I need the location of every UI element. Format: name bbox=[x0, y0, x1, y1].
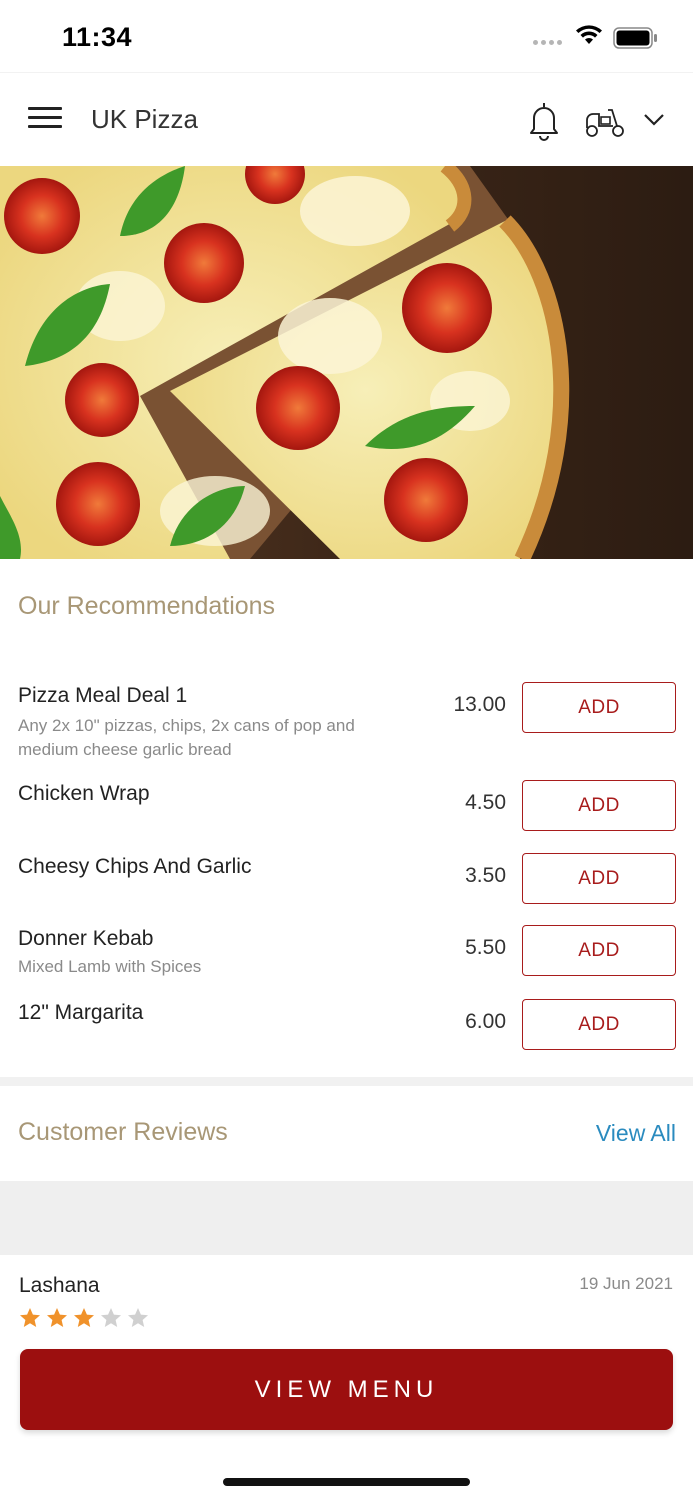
star-empty-icon bbox=[101, 1308, 121, 1327]
star-rating bbox=[18, 1306, 150, 1330]
menu-icon[interactable] bbox=[28, 107, 62, 133]
item-name: Cheesy Chips And Garlic bbox=[18, 855, 252, 878]
bell-icon[interactable] bbox=[526, 101, 562, 141]
cellular-signal-icon bbox=[533, 40, 562, 45]
item-name: Pizza Meal Deal 1 bbox=[18, 684, 188, 707]
add-button[interactable]: ADD bbox=[522, 925, 676, 976]
view-all-link[interactable]: View All bbox=[596, 1120, 676, 1147]
item-description: Any 2x 10" pizzas, chips, 2x cans of pop… bbox=[18, 716, 355, 759]
section-divider bbox=[0, 1077, 693, 1086]
status-bar: 11:34 bbox=[0, 0, 693, 72]
battery-icon bbox=[613, 27, 657, 49]
item-price: 4.50 bbox=[465, 791, 506, 814]
wifi-icon bbox=[576, 25, 602, 44]
status-time: 11:34 bbox=[62, 22, 133, 52]
add-button[interactable]: ADD bbox=[522, 999, 676, 1050]
item-price: 3.50 bbox=[465, 864, 506, 887]
item-name: Donner Kebab bbox=[18, 927, 154, 950]
reviewer-name: Lashana bbox=[19, 1274, 100, 1297]
item-price: 13.00 bbox=[453, 693, 506, 716]
home-indicator bbox=[223, 1478, 470, 1486]
star-empty-icon bbox=[128, 1308, 148, 1327]
item-description: Mixed Lamb with Spices bbox=[18, 957, 202, 976]
add-button[interactable]: ADD bbox=[522, 853, 676, 904]
star-filled-icon bbox=[47, 1308, 67, 1327]
restaurant-title: UK Pizza bbox=[91, 104, 198, 134]
reviews-spacer bbox=[0, 1181, 693, 1255]
view-menu-button[interactable]: VIEW MENU bbox=[20, 1349, 673, 1430]
item-price: 6.00 bbox=[465, 1010, 506, 1033]
add-button[interactable]: ADD bbox=[522, 682, 676, 733]
scooter-icon[interactable] bbox=[584, 106, 626, 138]
review-date: 19 Jun 2021 bbox=[579, 1274, 673, 1293]
add-button[interactable]: ADD bbox=[522, 780, 676, 831]
hero-pizza-image bbox=[0, 166, 693, 559]
chevron-down-icon[interactable] bbox=[642, 112, 666, 128]
star-filled-icon bbox=[74, 1308, 94, 1327]
app-header: UK Pizza bbox=[0, 72, 693, 166]
star-filled-icon bbox=[20, 1308, 40, 1327]
recommendations-title: Our Recommendations bbox=[18, 592, 276, 620]
item-name: 12" Margarita bbox=[18, 1001, 144, 1024]
item-price: 5.50 bbox=[465, 936, 506, 959]
item-name: Chicken Wrap bbox=[18, 782, 150, 805]
reviews-title: Customer Reviews bbox=[18, 1118, 228, 1146]
